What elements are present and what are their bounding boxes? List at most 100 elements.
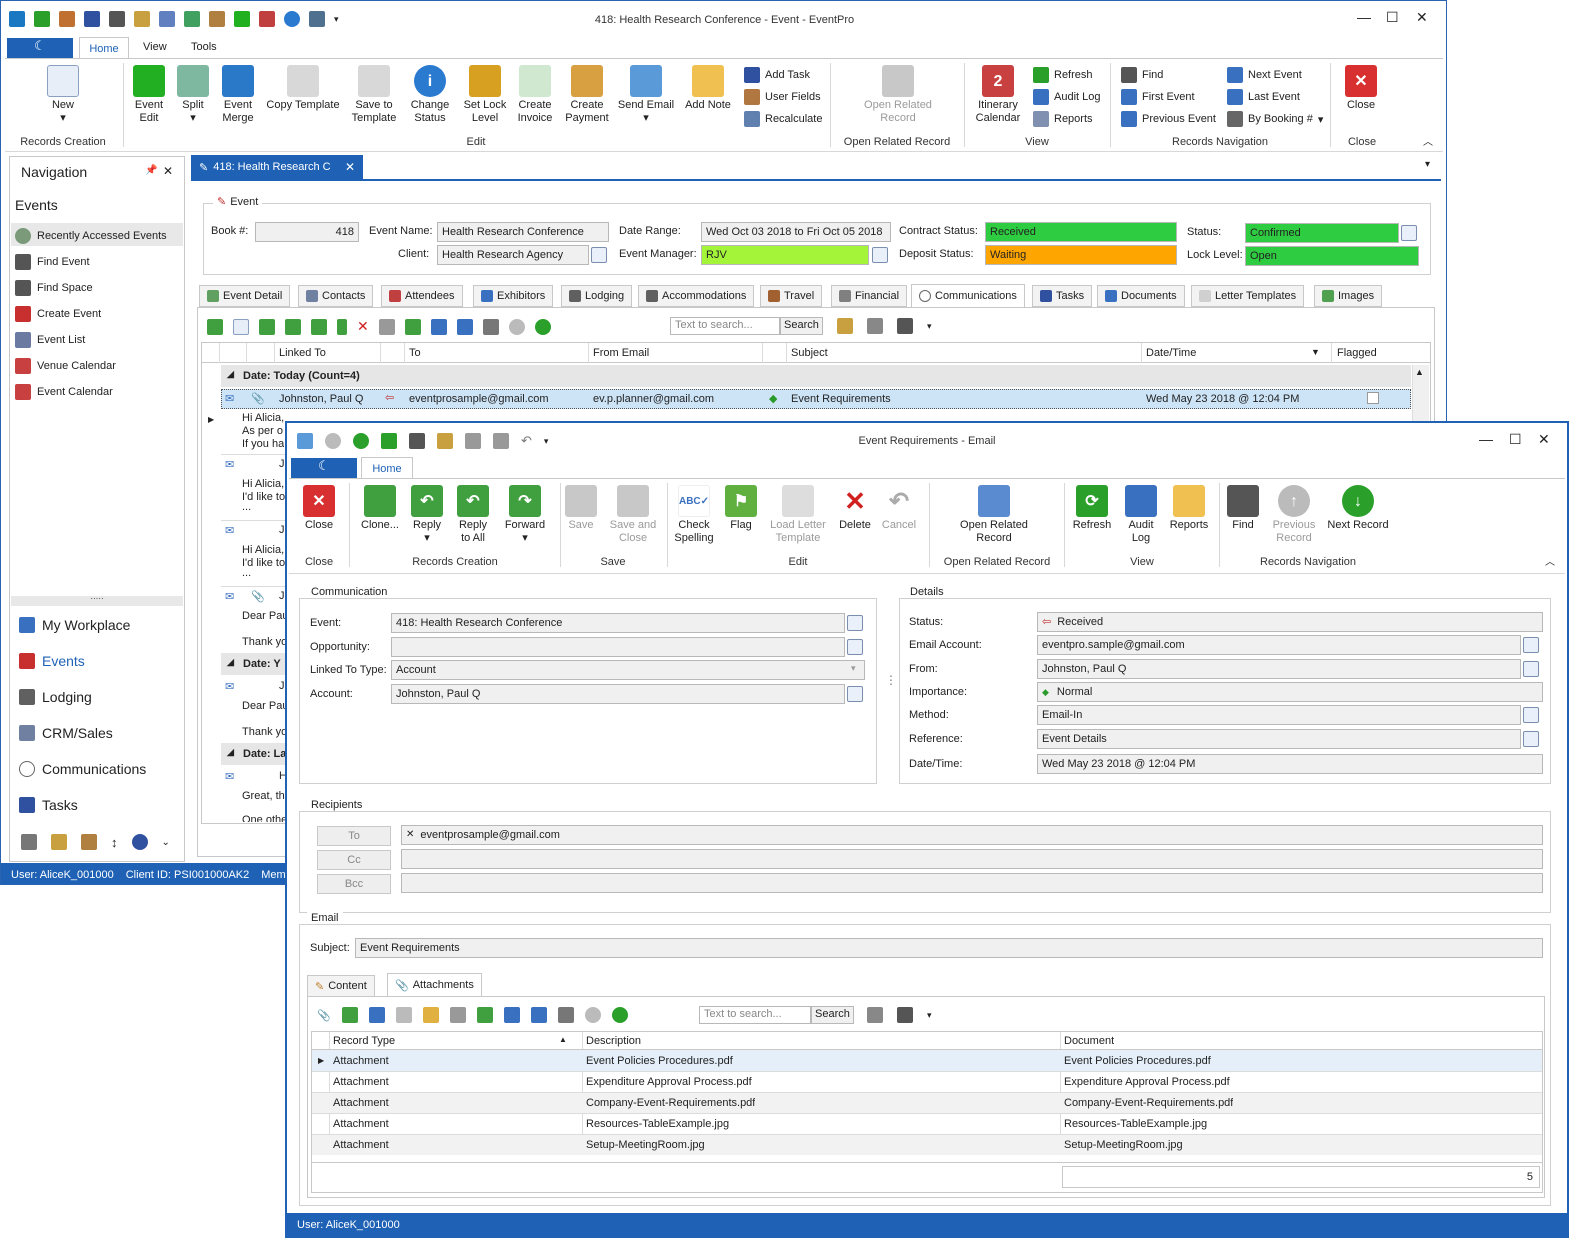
new-button[interactable]: New ▾: [41, 65, 85, 125]
collapse-icon[interactable]: [456, 318, 473, 335]
load-letter-template-button[interactable]: Load Letter Template: [767, 485, 829, 545]
add-icon[interactable]: [207, 318, 223, 335]
to-button[interactable]: To: [317, 826, 391, 846]
group-row-yesterday[interactable]: ◢ Date: Y: [221, 653, 287, 675]
email-close-button[interactable]: ✕ Close: [299, 485, 339, 532]
event-merge-button[interactable]: Event Merge: [217, 65, 259, 125]
tab-attendees[interactable]: Attendees: [381, 285, 463, 307]
save-and-close-button[interactable]: Save and Close: [607, 485, 659, 545]
tab-list-dropdown-icon[interactable]: ▾: [1425, 159, 1430, 170]
minimize-button[interactable]: —: [1357, 9, 1371, 25]
nav-item-event-calendar[interactable]: Event Calendar: [15, 384, 113, 400]
reference-picker-icon[interactable]: [1523, 731, 1539, 747]
method-picker-icon[interactable]: [1523, 707, 1539, 723]
module-my-workplace[interactable]: My Workplace: [19, 617, 130, 633]
print-icon[interactable]: [378, 318, 395, 335]
lock-level-field[interactable]: Open: [1245, 246, 1419, 266]
linked-to-type-select[interactable]: Account: [391, 660, 865, 680]
recalculate-button[interactable]: Recalculate: [744, 111, 822, 127]
itinerary-calendar-button[interactable]: 2 Itinerary Calendar: [973, 65, 1023, 125]
close-nav-icon[interactable]: ✕: [163, 164, 173, 178]
subject-field[interactable]: Event Requirements: [355, 938, 1543, 958]
attachment-row[interactable]: [312, 1093, 1542, 1113]
email-account-field[interactable]: eventpro.sample@gmail.com: [1037, 635, 1521, 655]
clipboard-icon[interactable]: [837, 318, 853, 334]
flag-icon[interactable]: [337, 318, 347, 335]
copy-template-button[interactable]: Copy Template: [265, 65, 341, 112]
tab-tasks[interactable]: Tasks: [1032, 285, 1093, 307]
attachment-row[interactable]: [312, 1072, 1542, 1092]
tab-accommodations[interactable]: Accommodations: [638, 285, 755, 307]
filter-icon[interactable]: [482, 318, 499, 335]
reply-all-icon[interactable]: [285, 318, 301, 335]
flag-checkbox[interactable]: [1367, 392, 1379, 404]
att-document[interactable]: Company-Event-Requirements.pdf: [1064, 1097, 1233, 1109]
maximize-button[interactable]: ☐: [1386, 9, 1399, 26]
forward-button[interactable]: ↷ Forward ▾: [501, 485, 549, 545]
up-icon[interactable]: [584, 1007, 601, 1023]
splitter-handle-icon[interactable]: ⋮: [885, 673, 897, 687]
audit-log-button[interactable]: Audit Log: [1033, 89, 1100, 105]
tab-exhibitors[interactable]: Exhibitors: [473, 285, 554, 307]
zoom-icon[interactable]: [867, 1007, 883, 1023]
manager-picker-icon[interactable]: [872, 247, 888, 263]
sort-dropdown-icon[interactable]: ▼: [1311, 347, 1320, 357]
forward-icon[interactable]: [311, 318, 327, 335]
clone-button[interactable]: Clone...: [355, 485, 405, 532]
ribbon-tab-tools[interactable]: Tools: [191, 41, 217, 53]
email-account-picker-icon[interactable]: [1523, 637, 1539, 653]
more-dropdown-icon[interactable]: ▾: [927, 321, 932, 332]
check-spelling-button[interactable]: ABC✓ Check Spelling: [671, 485, 717, 545]
find-button[interactable]: Find: [1121, 67, 1163, 83]
split-button[interactable]: Split ▾: [173, 65, 213, 125]
tab-financial[interactable]: Financial: [831, 285, 908, 307]
expand-row-icon[interactable]: ▶: [208, 415, 214, 424]
col-to[interactable]: To: [409, 347, 421, 359]
down-icon[interactable]: [534, 318, 551, 335]
group-row-last[interactable]: ◢ Date: La: [221, 743, 287, 765]
delete-button[interactable]: ✕ Delete: [835, 485, 875, 532]
down-icon[interactable]: [611, 1007, 628, 1023]
tab-contacts[interactable]: Contacts: [298, 285, 374, 307]
nav-item-create-event[interactable]: Create Event: [15, 306, 101, 322]
email-refresh-button[interactable]: ⟳ Refresh: [1071, 485, 1113, 532]
attachment-row[interactable]: [312, 1050, 1542, 1071]
previous-record-button[interactable]: ↑ Previous Record: [1269, 485, 1319, 545]
close-window-button[interactable]: ✕: [1416, 9, 1428, 26]
comm-search-button[interactable]: Search: [780, 317, 823, 335]
client-picker-icon[interactable]: [591, 247, 607, 263]
save-attachment-icon[interactable]: [368, 1007, 385, 1023]
from-field[interactable]: Johnston, Paul Q: [1037, 659, 1521, 679]
sort-arrows-icon[interactable]: ↕: [111, 835, 118, 850]
user-fields-button[interactable]: User Fields: [744, 89, 821, 105]
att-document[interactable]: Expenditure Approval Process.pdf: [1064, 1076, 1230, 1088]
reports-button[interactable]: Reports: [1033, 111, 1093, 127]
module-crm-sales[interactable]: CRM/Sales: [19, 725, 113, 741]
method-field[interactable]: Email-In: [1037, 705, 1521, 725]
status-field[interactable]: Confirmed: [1245, 223, 1399, 243]
date-range-field[interactable]: Wed Oct 03 2018 to Fri Oct 05 2018: [701, 222, 891, 242]
ribbon-tab-view[interactable]: View: [143, 41, 167, 53]
bcc-field[interactable]: [401, 873, 1543, 893]
comm-search-input[interactable]: Text to search...: [670, 317, 780, 335]
dropdown-arrow-icon[interactable]: ▾: [851, 663, 856, 674]
email-reports-button[interactable]: Reports: [1165, 485, 1213, 532]
first-event-button[interactable]: First Event: [1121, 89, 1195, 105]
add-note-button[interactable]: Add Note: [681, 65, 735, 112]
nav-splitter[interactable]: ·····: [11, 595, 183, 606]
deposit-status-field[interactable]: Waiting: [985, 245, 1177, 265]
flag-button[interactable]: ⚑ Flag: [723, 485, 759, 532]
col-record-type[interactable]: Record Type: [333, 1035, 395, 1047]
event-name-field[interactable]: Health Research Conference: [437, 222, 609, 242]
att-document[interactable]: Resources-TableExample.jpg: [1064, 1118, 1207, 1130]
tab-lodging[interactable]: Lodging: [561, 285, 633, 307]
module-communications[interactable]: Communications: [19, 761, 146, 777]
calculator-icon[interactable]: [21, 834, 37, 850]
close-event-button[interactable]: ✕ Close: [1339, 65, 1383, 112]
columns-icon[interactable]: [404, 318, 421, 335]
email-ribbon-tab-home[interactable]: Home: [361, 457, 413, 479]
nav-item-find-event[interactable]: Find Event: [15, 254, 90, 270]
delete-icon[interactable]: ✕: [357, 318, 369, 335]
zoom-icon[interactable]: [867, 318, 883, 334]
opportunity-field[interactable]: [391, 637, 845, 657]
